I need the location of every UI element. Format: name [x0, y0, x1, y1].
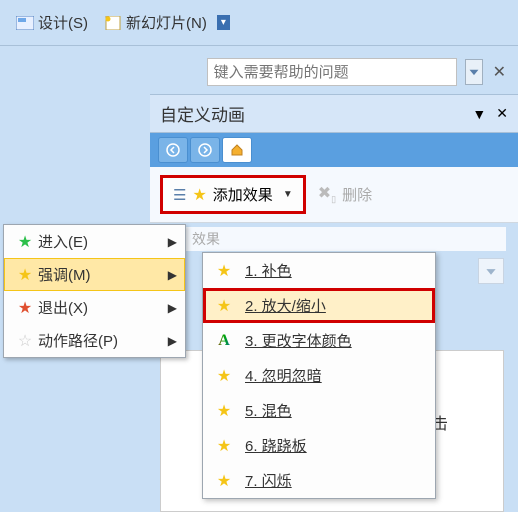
star-icon: ★: [213, 296, 235, 316]
design-button[interactable]: 设计(S): [10, 8, 94, 37]
star-icon: ★: [12, 265, 38, 285]
star-icon: ★: [213, 436, 235, 456]
star-icon: ★: [12, 232, 38, 252]
nav-back-button[interactable]: [158, 137, 188, 163]
help-dropdown-button[interactable]: [465, 59, 483, 85]
star-icon: ★: [192, 185, 206, 205]
pane-close-icon[interactable]: ✕: [496, 105, 508, 122]
help-close-icon[interactable]: ✕: [491, 60, 508, 84]
submenu-path[interactable]: ☆ 动作路径(P) ▶: [4, 324, 185, 357]
modify-select[interactable]: [478, 258, 504, 284]
flyout-label-6: 6. 跷跷板: [245, 435, 307, 456]
pane-title-bar: 自定义动画 ▼ ✕: [150, 94, 518, 133]
nav-home-button[interactable]: [222, 137, 252, 163]
flyout-item-3[interactable]: A 3. 更改字体颜色: [203, 323, 435, 358]
flyout-item-4[interactable]: ★ 4. 忽明忽暗: [203, 358, 435, 393]
design-icon: [16, 16, 34, 30]
pane-title: 自定义动画: [160, 101, 245, 126]
effect-category-menu: ★ 进入(E) ▶ ★ 强调(M) ▶ ★ 退出(X) ▶ ☆ 动作路径(P) …: [3, 224, 186, 358]
flyout-label-4: 4. 忽明忽暗: [245, 365, 322, 386]
submenu-emphasis-label: 强调(M): [38, 264, 168, 285]
star-icon: ☆: [12, 331, 38, 351]
help-input[interactable]: [207, 58, 457, 86]
toolbar-overflow-icon[interactable]: ▾: [217, 15, 230, 30]
modify-row: 效果: [186, 227, 506, 251]
flyout-item-1[interactable]: ★ 1. 补色: [203, 253, 435, 288]
flyout-label-1: 1. 补色: [245, 260, 292, 281]
delete-icon: ✖▯: [318, 183, 336, 205]
submenu-emphasis[interactable]: ★ 强调(M) ▶: [4, 258, 185, 291]
flyout-label-7: 7. 闪烁: [245, 470, 292, 491]
chevron-right-icon: ▶: [168, 268, 177, 282]
flyout-item-2[interactable]: ★ 2. 放大/缩小: [203, 288, 435, 323]
nav-row: [150, 133, 518, 167]
help-row: ✕: [0, 46, 518, 94]
submenu-exit[interactable]: ★ 退出(X) ▶: [4, 291, 185, 324]
chevron-right-icon: ▶: [168, 235, 177, 249]
new-slide-button[interactable]: 新幻灯片(N): [98, 8, 213, 37]
pane-menu-icon[interactable]: ▼: [472, 106, 486, 122]
design-label: 设计(S): [38, 12, 88, 33]
star-icon: ★: [12, 298, 38, 318]
bars-icon: ☰: [173, 186, 186, 204]
command-row: ☰ ★ 添加效果 ▼ ✖▯ 删除: [150, 167, 518, 223]
submenu-exit-label: 退出(X): [38, 297, 168, 318]
star-icon: ★: [213, 401, 235, 421]
new-slide-label: 新幻灯片(N): [126, 12, 207, 33]
flyout-label-2: 2. 放大/缩小: [245, 295, 326, 316]
star-icon: ★: [213, 261, 235, 281]
top-toolbar: 设计(S) 新幻灯片(N) ▾: [0, 0, 518, 46]
font-color-icon: A: [213, 332, 235, 350]
chevron-right-icon: ▶: [168, 301, 177, 315]
chevron-down-icon: ▼: [283, 189, 293, 200]
delete-label: 删除: [342, 184, 372, 205]
add-effect-label: 添加效果: [213, 184, 273, 205]
star-icon: ★: [213, 471, 235, 491]
add-effect-button[interactable]: ☰ ★ 添加效果 ▼: [160, 175, 306, 214]
submenu-path-label: 动作路径(P): [38, 330, 168, 351]
flyout-label-5: 5. 混色: [245, 400, 292, 421]
nav-forward-button[interactable]: [190, 137, 220, 163]
star-icon: ★: [213, 366, 235, 386]
flyout-item-6[interactable]: ★ 6. 跷跷板: [203, 428, 435, 463]
submenu-enter-label: 进入(E): [38, 231, 168, 252]
flyout-item-7[interactable]: ★ 7. 闪烁: [203, 463, 435, 498]
flyout-item-5[interactable]: ★ 5. 混色: [203, 393, 435, 428]
flyout-label-3: 3. 更改字体颜色: [245, 330, 352, 351]
chevron-right-icon: ▶: [168, 334, 177, 348]
delete-button: ✖▯ 删除: [318, 183, 372, 205]
new-slide-icon: [104, 16, 122, 30]
emphasis-flyout: ★ 1. 补色 ★ 2. 放大/缩小 A 3. 更改字体颜色 ★ 4. 忽明忽暗…: [202, 252, 436, 499]
submenu-enter[interactable]: ★ 进入(E) ▶: [4, 225, 185, 258]
